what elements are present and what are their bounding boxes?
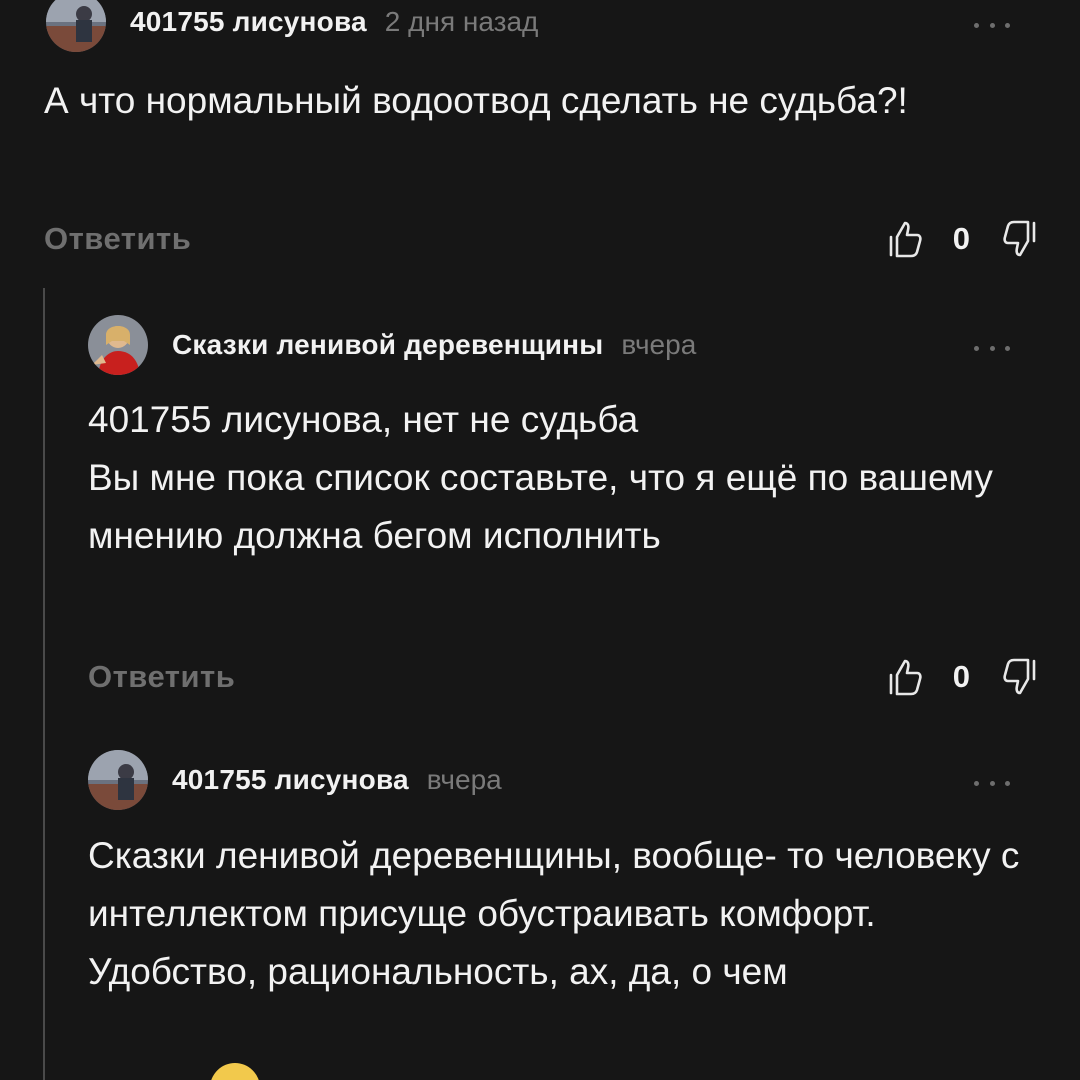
comment-actions: Ответить 0 xyxy=(88,647,1040,707)
comment-time: вчера xyxy=(426,764,502,795)
vote-score: 0 xyxy=(952,659,970,694)
thumbs-down-icon[interactable] xyxy=(1000,217,1040,261)
thumbs-up-icon[interactable] xyxy=(885,217,925,261)
vote-controls: 0 xyxy=(885,217,1040,261)
vote-controls: 0 xyxy=(885,655,1040,699)
comment-time: 2 дня назад xyxy=(384,6,539,37)
comment-author[interactable]: 401755 лисунова xyxy=(130,6,367,38)
thread-line xyxy=(43,288,45,1080)
comment-header: 401755 лисунова 2 дня назад xyxy=(46,0,538,64)
comments-screen: 401755 лисунова 2 дня назад А что нормал… xyxy=(0,0,1080,1080)
comment-actions: Ответить 0 xyxy=(44,209,1040,269)
user-photo-avatar-icon xyxy=(88,315,148,375)
user-photo-avatar-icon xyxy=(46,0,106,52)
thumbs-up-icon[interactable] xyxy=(885,655,925,699)
comment-text: 401755 лисунова, нет не судьба Вы мне по… xyxy=(88,399,993,556)
avatar[interactable] xyxy=(88,750,148,810)
more-dots-icon[interactable] xyxy=(974,778,1010,788)
thumbs-down-icon[interactable] xyxy=(1000,655,1040,699)
comment-header: Сказки ленивой деревенщины вчера xyxy=(88,305,696,385)
comment-text: Сказки ленивой деревенщины, вообще- то ч… xyxy=(88,835,1020,992)
comment-header: 401755 лисунова вчера xyxy=(88,740,502,820)
comment-text: А что нормальный водоотвод сделать не су… xyxy=(44,80,908,121)
more-dots-icon[interactable] xyxy=(974,20,1010,30)
emoji-icon xyxy=(210,1063,260,1080)
avatar[interactable] xyxy=(88,315,148,375)
comment-time: вчера xyxy=(621,329,697,360)
comment-author[interactable]: Сказки ленивой деревенщины xyxy=(172,329,603,361)
reply-button[interactable]: Ответить xyxy=(88,659,235,695)
vote-score: 0 xyxy=(952,221,970,256)
comment-author[interactable]: 401755 лисунова xyxy=(172,764,409,796)
avatar[interactable] xyxy=(46,0,106,52)
reply-button[interactable]: Ответить xyxy=(44,221,191,257)
more-dots-icon[interactable] xyxy=(974,343,1010,353)
user-photo-avatar-icon xyxy=(88,750,148,810)
